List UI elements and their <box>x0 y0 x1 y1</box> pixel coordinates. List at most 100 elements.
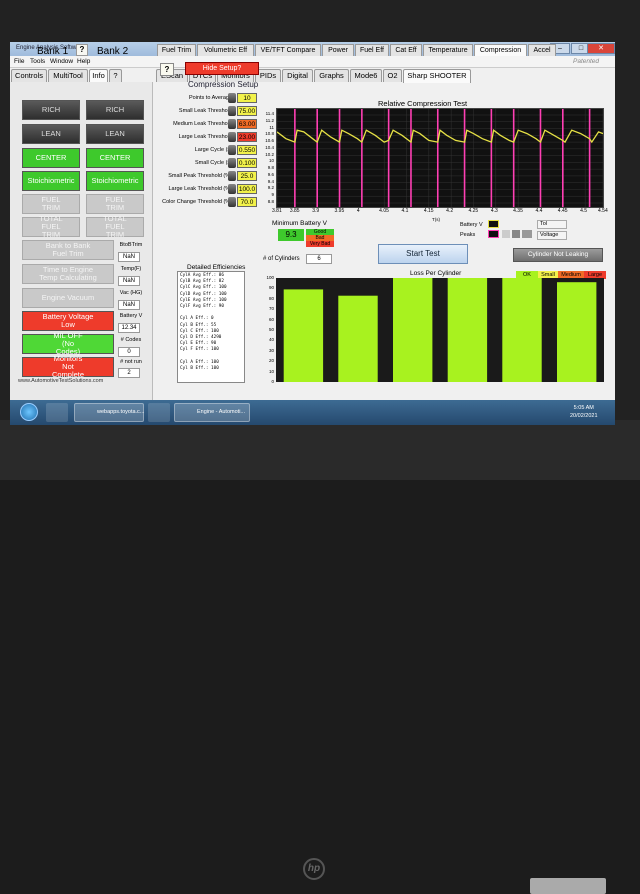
spinner-icon[interactable] <box>228 184 236 194</box>
tab-help[interactable]: ? <box>109 69 122 82</box>
hide-setup-button[interactable]: Hide Setup? <box>185 62 259 75</box>
setup-value[interactable]: 63.00 <box>237 119 257 129</box>
num-cylinders-input[interactable]: 6 <box>306 254 332 264</box>
menu-help[interactable]: Help <box>77 58 90 65</box>
folder-icon[interactable] <box>148 403 170 422</box>
tab-sharp-shooter[interactable]: Sharp SHOOTER <box>403 69 471 83</box>
x-tick-label: 4.05 <box>379 208 389 214</box>
laptop-sticker <box>530 878 606 894</box>
spinner-icon[interactable] <box>228 119 236 129</box>
pan-icon[interactable] <box>512 230 520 238</box>
loss-y-tick-label: 90 <box>268 285 274 291</box>
tab-mode6[interactable]: Mode6 <box>350 69 382 82</box>
tab-graphs[interactable]: Graphs <box>314 69 349 82</box>
bank1-fuel-trim: FUEL TRIM <box>22 194 80 214</box>
spinner-icon[interactable] <box>228 158 236 168</box>
efficiencies-list[interactable]: CylA Avg Eff.: 86 CylB Avg Eff.: 82 CylC A… <box>177 271 245 383</box>
setup-value[interactable]: 0.550 <box>237 145 257 155</box>
battery-very-bad-tag: Very Bad <box>306 241 334 247</box>
setup-value[interactable]: 10 <box>237 93 257 103</box>
x-tick-label: 4.35 <box>513 208 523 214</box>
num-cylinders-label: # of Cylinders <box>263 256 300 262</box>
spinner-icon[interactable] <box>228 145 236 155</box>
tab-compression[interactable]: Compression <box>474 44 527 56</box>
y-tick-label: 9 <box>271 192 274 198</box>
spinner-icon[interactable] <box>228 93 236 103</box>
menu-file[interactable]: File <box>14 58 24 65</box>
setup-help-button[interactable]: ? <box>160 63 174 76</box>
bank1-label: Bank 1 <box>37 46 69 57</box>
battery-trace-icon[interactable] <box>488 220 499 228</box>
battery-voltage-status: Battery Voltage Low <box>22 311 114 331</box>
peaks-label: Peaks <box>460 232 476 238</box>
setup-title: Compression Setup <box>188 80 259 89</box>
battery-v-label: Battery V <box>460 222 483 228</box>
setup-value[interactable]: 25.0 <box>237 171 257 181</box>
clock-time: 5:05 AM <box>573 405 594 411</box>
help-button[interactable]: ? <box>76 44 88 56</box>
voltage-field[interactable]: Voltage <box>537 231 567 240</box>
taskbar-app-engine[interactable]: Engine - Automoti... <box>174 403 250 422</box>
tab-cat-eff[interactable]: Cat Eff <box>390 44 422 56</box>
tol-field[interactable]: Tol <box>537 220 567 229</box>
tab-volumetric-eff[interactable]: Volumetric Eff <box>197 44 254 56</box>
y-tick-label: 10.4 <box>265 144 274 150</box>
tab-info[interactable]: Info <box>89 69 108 83</box>
ie-icon[interactable] <box>46 403 68 422</box>
x-tick-label: 4.25 <box>468 208 479 214</box>
spinner-icon[interactable] <box>228 171 236 181</box>
tab-temperature[interactable]: Temperature <box>423 44 473 56</box>
loss-y-tick-label: 30 <box>268 347 274 353</box>
x-tick-label: 3.9 <box>312 208 320 214</box>
monitors-status: Monitors Not Complete <box>22 355 114 379</box>
taskbar-app-browser[interactable]: webapps.toyota.c... <box>74 403 144 422</box>
menu-tools[interactable]: Tools <box>30 58 45 65</box>
setup-value[interactable]: 75.00 <box>237 106 257 116</box>
setup-value[interactable]: 100.0 <box>237 184 257 194</box>
loss-y-tick-label: 80 <box>268 295 274 301</box>
tab-fuel-eff[interactable]: Fuel Eff <box>355 44 389 56</box>
bank2-rich: RICH <box>86 100 144 120</box>
close-button[interactable]: ✕ <box>587 43 615 54</box>
bank1-lean: LEAN <box>22 124 80 144</box>
setup-value[interactable]: 23.00 <box>237 132 257 142</box>
tab-digital[interactable]: Digital <box>282 69 313 82</box>
cursor-icon[interactable] <box>522 230 532 238</box>
bank1-stoich: Stoichiometric <box>22 171 80 191</box>
x-tick-label: 3.95 <box>334 208 345 214</box>
x-tick-label: 4.2 <box>446 208 454 214</box>
tab-power[interactable]: Power <box>322 44 354 56</box>
tab-multitool[interactable]: MultiTool <box>48 69 88 82</box>
tab-fuel-trim[interactable]: Fuel Trim <box>157 44 196 56</box>
y-tick-label: 9.2 <box>267 185 274 191</box>
cylinder-loss-bar <box>283 289 324 382</box>
setup-label: Medium Leak Threshold <box>173 121 232 127</box>
start-button[interactable] <box>20 403 38 421</box>
setup-value[interactable]: 70.0 <box>237 197 257 207</box>
setup-label: Large Cycle (s) <box>194 147 232 153</box>
battv-label: Battery V <box>119 313 143 319</box>
tab-accel[interactable]: Accel <box>528 44 556 56</box>
website-link[interactable]: www.AutomotiveTestSolutions.com <box>18 378 103 384</box>
peaks-trace-icon[interactable] <box>488 230 499 238</box>
tab-controls[interactable]: Controls <box>11 69 47 82</box>
tab-ve-tft-compare[interactable]: VE/TFT Compare <box>255 44 321 56</box>
setup-value[interactable]: 0.100 <box>237 158 257 168</box>
spinner-icon[interactable] <box>228 132 236 142</box>
start-test-button[interactable]: Start Test <box>378 244 468 264</box>
engine-vacuum: Engine Vacuum <box>22 288 114 308</box>
spinner-icon[interactable] <box>228 106 236 116</box>
cylinder-status-button[interactable]: Cylinder Not Leaking <box>513 248 603 262</box>
spinner-icon[interactable] <box>228 197 236 207</box>
setup-label: Small Cycle (s) <box>195 160 232 166</box>
hp-logo: hp <box>303 858 325 880</box>
menu-window[interactable]: Window <box>50 58 73 65</box>
system-clock: 5:05 AM 20/02/2021 <box>570 404 598 420</box>
cylinder-loss-bar <box>393 278 433 382</box>
zoom-icon[interactable] <box>502 230 510 238</box>
tab-o2[interactable]: O2 <box>383 69 402 82</box>
x-tick-label: 4.54 <box>598 208 608 214</box>
min-battery-value: 9.3 <box>278 229 304 241</box>
y-tick-label: 8.8 <box>267 199 274 204</box>
x-tick-label: 4.5 <box>580 208 588 214</box>
